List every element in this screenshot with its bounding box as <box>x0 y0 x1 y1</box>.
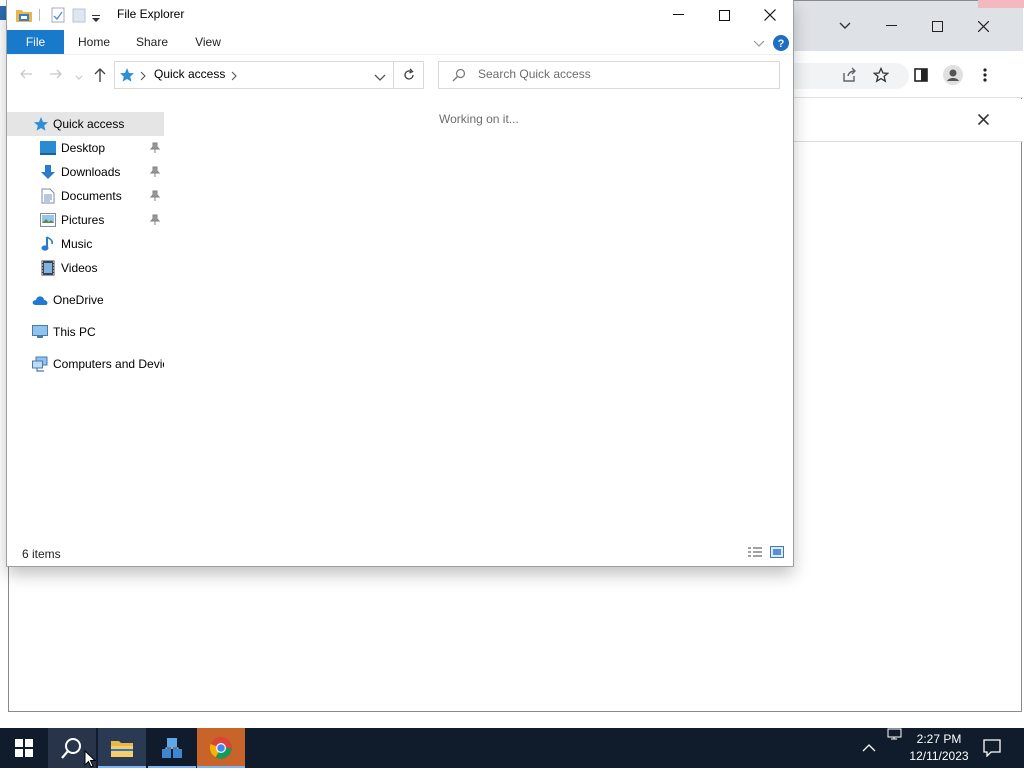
breadcrumb-separator-icon[interactable] <box>140 70 146 81</box>
pin-icon <box>150 142 160 154</box>
clock-date: 12/11/2023 <box>909 749 969 763</box>
windows-start-icon[interactable] <box>0 728 48 768</box>
nav-label: Videos <box>61 261 98 275</box>
nav-label: Music <box>61 237 93 251</box>
pin-icon <box>150 214 160 226</box>
loading-message: Working on it... <box>439 112 519 126</box>
svg-text:?: ? <box>778 38 785 50</box>
expand-ribbon-icon[interactable] <box>753 37 765 47</box>
nav-item-quick-access[interactable]: Quick access <box>7 112 164 136</box>
address-dropdown-icon[interactable] <box>374 71 386 81</box>
chrome-maximize-button[interactable] <box>914 11 960 41</box>
forward-arrow-icon[interactable] <box>49 67 63 81</box>
file-explorer-window: File Explorer File Home Share View ? Qui… <box>7 0 793 566</box>
nav-label: Desktop <box>61 141 106 155</box>
search-icon <box>452 68 466 82</box>
taskbar: 2:27 PM 12/11/2023 <box>0 728 1024 768</box>
nav-label: Computers and Devic <box>53 357 164 371</box>
mouse-cursor-icon <box>84 749 97 768</box>
tab-home[interactable]: Home <box>69 30 119 54</box>
tab-view[interactable]: View <box>183 30 233 54</box>
show-hidden-icons-icon[interactable] <box>862 741 878 755</box>
nav-item-music[interactable]: Music <box>7 232 164 256</box>
file-explorer-icon[interactable] <box>98 728 146 768</box>
background-window-edge <box>0 6 7 20</box>
chrome-icon[interactable] <box>197 728 245 768</box>
nav-item-pictures[interactable]: Pictures <box>7 208 164 232</box>
recent-locations-icon[interactable] <box>75 70 83 80</box>
status-item-count: 6 items <box>22 547 61 561</box>
breadcrumb-chevron-icon[interactable] <box>231 70 237 81</box>
refresh-button[interactable] <box>394 61 424 89</box>
clock-time: 2:27 PM <box>916 732 962 746</box>
music-icon <box>40 236 56 252</box>
nav-label: Downloads <box>61 165 121 179</box>
new-folder-icon[interactable] <box>72 7 86 23</box>
nav-item-videos[interactable]: Videos <box>7 256 164 280</box>
breadcrumb-quick-access[interactable]: Quick access <box>154 67 225 81</box>
qat-separator <box>39 9 40 21</box>
network-app-icon[interactable] <box>148 728 196 768</box>
nav-item-desktop[interactable]: Desktop <box>7 136 164 160</box>
profile-avatar-icon[interactable] <box>939 61 967 89</box>
details-view-icon[interactable] <box>747 546 763 558</box>
quick-access-star-icon <box>119 67 135 83</box>
clock[interactable]: 2:27 PM 12/11/2023 <box>904 731 974 765</box>
documents-icon <box>40 188 56 204</box>
notifications-icon[interactable] <box>983 739 1001 758</box>
nav-label: Pictures <box>61 213 105 227</box>
minimize-button[interactable] <box>655 0 701 30</box>
onedrive-cloud-icon <box>32 292 48 308</box>
share-icon[interactable] <box>835 61 863 89</box>
pin-icon <box>150 190 160 202</box>
tab-share[interactable]: Share <box>127 30 177 54</box>
desktop-icon <box>40 140 56 156</box>
network-tray-icon[interactable] <box>886 728 904 740</box>
videos-icon <box>40 260 56 276</box>
ribbon <box>7 30 793 55</box>
nav-item-documents[interactable]: Documents <box>7 184 164 208</box>
downloads-icon <box>40 164 56 180</box>
navigation-pane: Quick access Desktop Downloads Documents <box>7 104 164 544</box>
bookmark-star-icon[interactable] <box>867 61 895 89</box>
help-icon[interactable]: ? <box>773 35 789 51</box>
chrome-tab-search-icon[interactable] <box>822 11 868 41</box>
search-input[interactable]: Search Quick access <box>478 67 591 81</box>
nav-item-downloads[interactable]: Downloads <box>7 160 164 184</box>
chrome-minimize-button[interactable] <box>868 11 914 41</box>
refresh-icon <box>403 68 414 80</box>
chrome-tab-strip-edge <box>978 0 1024 8</box>
close-button[interactable] <box>747 0 793 30</box>
nav-label: This PC <box>53 325 96 339</box>
up-arrow-icon[interactable] <box>93 67 107 83</box>
network-devices-icon <box>32 356 48 372</box>
properties-icon[interactable] <box>51 7 65 23</box>
this-pc-icon <box>32 324 48 340</box>
folder-app-icon <box>15 7 33 23</box>
nav-label: OneDrive <box>53 293 104 307</box>
back-arrow-icon[interactable] <box>19 67 33 81</box>
tab-file[interactable]: File <box>7 30 64 54</box>
nav-item-this-pc[interactable]: This PC <box>7 320 164 344</box>
infobar-close-icon[interactable] <box>969 105 997 133</box>
side-panel-icon[interactable] <box>907 61 935 89</box>
nav-label: Documents <box>61 189 122 203</box>
pictures-icon <box>40 212 56 228</box>
window-title: File Explorer <box>117 7 185 21</box>
chrome-close-button[interactable] <box>960 11 1006 41</box>
pin-icon <box>150 166 160 178</box>
large-icons-view-icon[interactable] <box>770 546 784 558</box>
nav-item-onedrive[interactable]: OneDrive <box>7 288 164 312</box>
nav-item-network[interactable]: Computers and Devic <box>7 352 164 376</box>
qat-dropdown-icon[interactable] <box>92 12 100 22</box>
nav-label: Quick access <box>53 117 125 131</box>
chrome-menu-icon[interactable] <box>971 61 999 89</box>
quick-access-icon <box>33 116 49 132</box>
maximize-button[interactable] <box>701 0 747 30</box>
